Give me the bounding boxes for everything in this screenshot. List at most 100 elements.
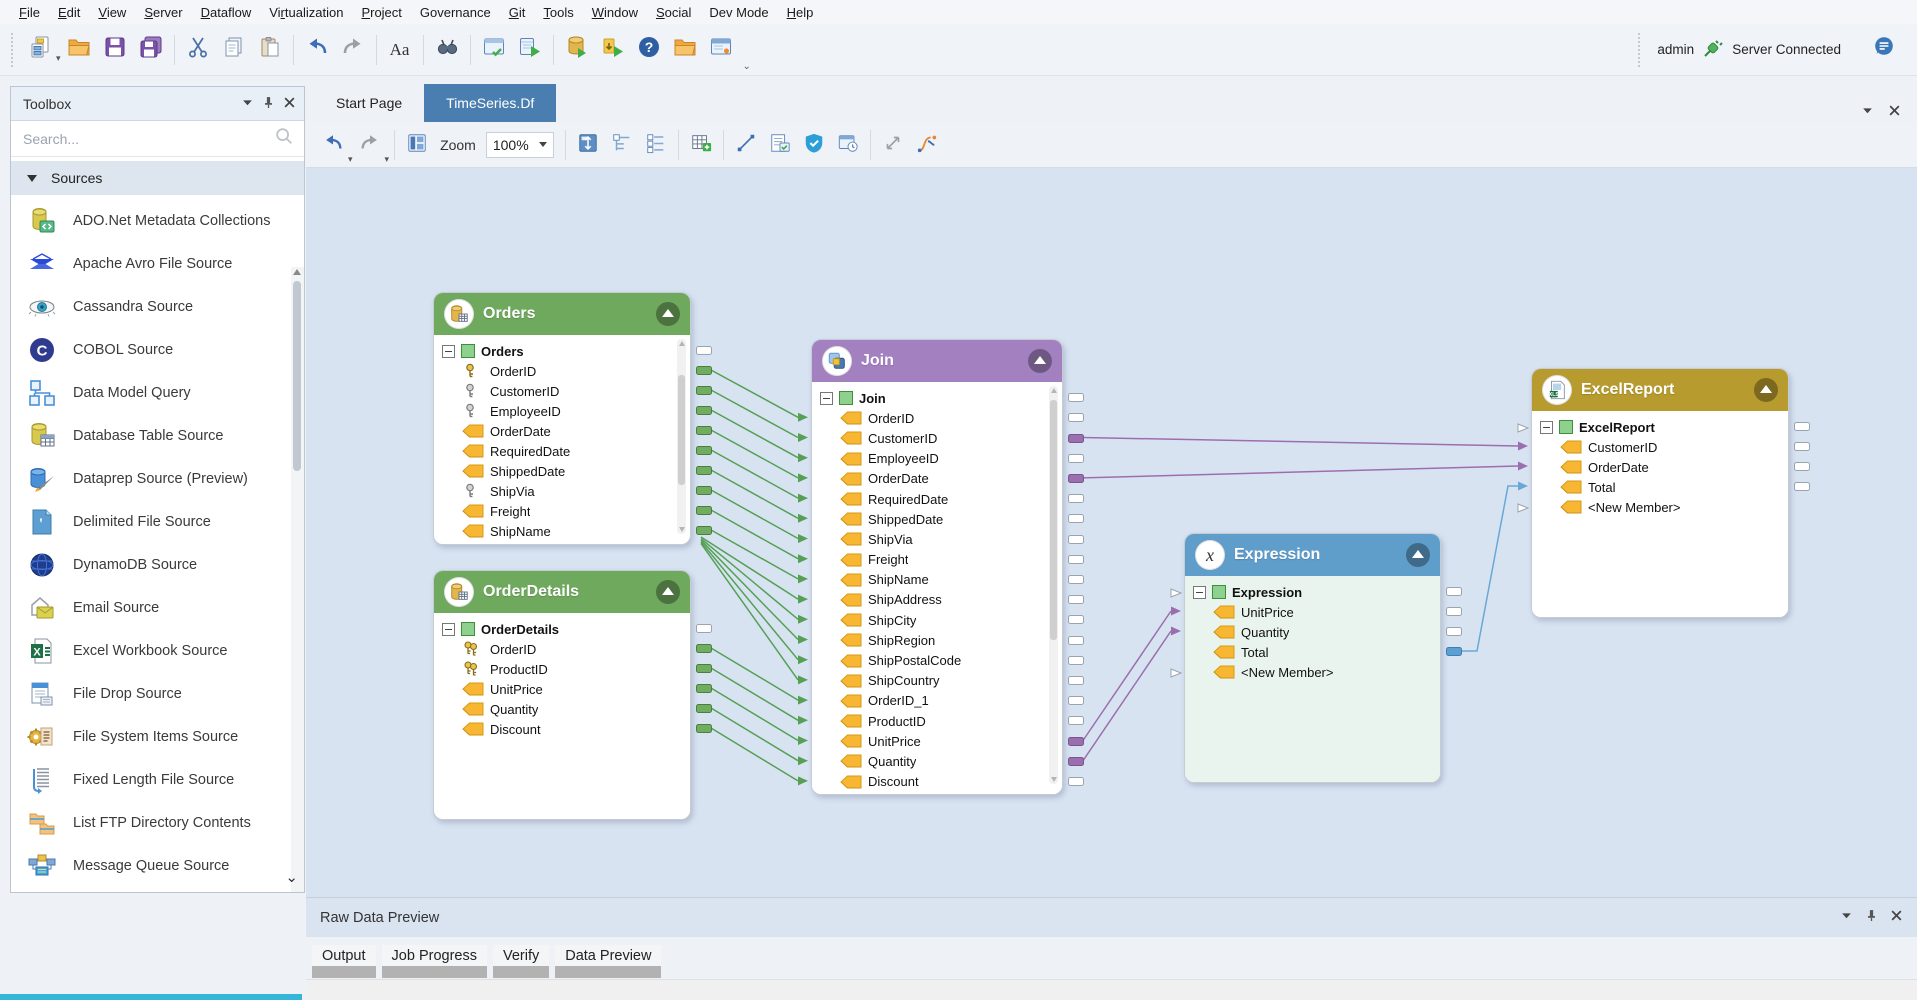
menu-item-tools[interactable]: Tools: [534, 2, 582, 23]
fit-button[interactable]: [573, 130, 603, 160]
field-row-requireddate[interactable]: RequiredDate: [442, 441, 686, 461]
undo-button[interactable]: [318, 130, 348, 160]
output-pin-1[interactable]: [696, 366, 712, 375]
output-pin-3[interactable]: [1794, 482, 1810, 491]
tab-start-page[interactable]: Start Page: [314, 84, 424, 122]
find-button[interactable]: [431, 34, 463, 66]
field-row-shipname[interactable]: ShipName: [820, 570, 1058, 590]
output-pin-0[interactable]: [696, 346, 712, 355]
dropdown-caret-icon[interactable]: ▾: [385, 154, 390, 167]
dropdown-caret-icon[interactable]: ▾: [56, 53, 61, 66]
output-pin-6[interactable]: [696, 466, 712, 475]
node-excelreport[interactable]: XLSExcelReportExcelReportCustomerIDOrder…: [1531, 368, 1789, 618]
node-expression[interactable]: xExpressionExpressionUnitPriceQuantityTo…: [1184, 533, 1441, 783]
menu-item-server[interactable]: Server: [135, 2, 191, 23]
cut-button[interactable]: [182, 34, 214, 66]
preview-close-icon[interactable]: [1890, 909, 1903, 926]
output-pin-5[interactable]: [1068, 494, 1084, 503]
chat-icon[interactable]: [1873, 35, 1903, 65]
toolbox-close-icon[interactable]: [283, 96, 296, 112]
field-row-employeeid[interactable]: EmployeeID: [442, 401, 686, 421]
menu-item-social[interactable]: Social: [647, 2, 700, 23]
output-pin-4[interactable]: [696, 426, 712, 435]
outline-button[interactable]: [607, 130, 637, 160]
window-tool-button[interactable]: [705, 34, 737, 66]
line-button[interactable]: [731, 130, 761, 160]
output-pin-8[interactable]: [696, 506, 712, 515]
output-pin-4[interactable]: [1068, 474, 1084, 483]
output-pin-13[interactable]: [1068, 656, 1084, 665]
toolbox-search-input[interactable]: [21, 130, 274, 148]
field-row-orderdate[interactable]: OrderDate: [442, 421, 686, 441]
field-row-unitprice[interactable]: UnitPrice: [1193, 602, 1436, 622]
output-pin-0[interactable]: [696, 624, 712, 633]
open-project-button[interactable]: [669, 34, 701, 66]
toolbox-item-email-source[interactable]: Email Source: [11, 586, 304, 629]
output-pin-16[interactable]: [1068, 716, 1084, 725]
toolbar-grip-2[interactable]: [1638, 33, 1644, 67]
collapse-minus-icon[interactable]: [820, 392, 833, 405]
menu-item-help[interactable]: Help: [778, 2, 823, 23]
field-row-orderdate[interactable]: OrderDate: [1540, 457, 1784, 477]
menu-item-view[interactable]: View: [89, 2, 135, 23]
menu-item-dev-mode[interactable]: Dev Mode: [700, 2, 777, 23]
field-row-orderid[interactable]: OrderID: [442, 639, 686, 659]
menu-item-file[interactable]: File: [10, 2, 49, 23]
output-pin-0[interactable]: [1446, 587, 1462, 596]
field-row-freight[interactable]: Freight: [442, 501, 686, 521]
output-pin-2[interactable]: [1446, 627, 1462, 636]
output-pin-10[interactable]: [1068, 595, 1084, 604]
collapse-minus-icon[interactable]: [442, 623, 455, 636]
field-row-shipvia[interactable]: ShipVia: [442, 481, 686, 501]
preview-dropdown-icon[interactable]: [1840, 909, 1853, 926]
dropdown-caret-icon[interactable]: ▾: [348, 154, 353, 167]
toolbox-item-excel-workbook-source[interactable]: XExcel Workbook Source: [11, 629, 304, 672]
scroll-down-chevron-icon[interactable]: ⌄: [285, 868, 298, 886]
field-row-productid[interactable]: ProductID: [442, 659, 686, 679]
output-pin-12[interactable]: [1068, 636, 1084, 645]
output-pin-1[interactable]: [1068, 413, 1084, 422]
node-orders[interactable]: OrdersOrdersOrderIDCustomerIDEmployeeIDO…: [433, 292, 691, 545]
field-row-discount[interactable]: Discount: [820, 772, 1058, 792]
outline2-button[interactable]: [641, 130, 671, 160]
node-root-row[interactable]: Orders: [442, 341, 686, 361]
collapse-button[interactable]: [1754, 378, 1778, 402]
node-header-orders[interactable]: Orders: [434, 293, 690, 335]
validate-button[interactable]: [478, 34, 510, 66]
field-row-new-member[interactable]: <New Member>: [1193, 662, 1436, 682]
menu-item-governance[interactable]: Governance: [411, 2, 500, 23]
output-pin-1[interactable]: [696, 644, 712, 653]
output-pin-19[interactable]: [1068, 777, 1084, 786]
toolbox-item-fixed-length-file-source[interactable]: Fixed Length File Source: [11, 758, 304, 801]
output-pin-11[interactable]: [1068, 615, 1084, 624]
field-row-orderid[interactable]: OrderID: [442, 361, 686, 381]
field-row-quantity[interactable]: Quantity: [442, 699, 686, 719]
field-row-employeeid[interactable]: EmployeeID: [820, 449, 1058, 469]
data-check-button[interactable]: [765, 130, 795, 160]
node-root-row[interactable]: ExcelReport: [1540, 417, 1784, 437]
input-pin-0[interactable]: [1169, 586, 1183, 598]
output-pin-6[interactable]: [1068, 514, 1084, 523]
save-button[interactable]: [99, 34, 131, 66]
menu-item-window[interactable]: Window: [583, 2, 647, 23]
table-add-button[interactable]: [686, 130, 716, 160]
schedule-button[interactable]: [833, 130, 863, 160]
field-row-freight[interactable]: Freight: [820, 550, 1058, 570]
field-row-unitprice[interactable]: UnitPrice: [442, 679, 686, 699]
field-row-shippeddate[interactable]: ShippedDate: [820, 509, 1058, 529]
raw-data-preview-header[interactable]: Raw Data Preview: [306, 897, 1917, 937]
new-dataflow-button[interactable]: [24, 34, 56, 66]
node-header-excelreport[interactable]: XLSExcelReport: [1532, 369, 1788, 411]
toolbox-scrollbar[interactable]: [291, 267, 304, 892]
output-pin-5[interactable]: [696, 446, 712, 455]
node-header-orderdetails[interactable]: OrderDetails: [434, 571, 690, 613]
field-row-shippostalcode[interactable]: ShipPostalCode: [820, 650, 1058, 670]
collapse-button[interactable]: [1028, 349, 1052, 373]
toolbox-item-file-system-items-source[interactable]: File System Items Source: [11, 715, 304, 758]
menu-item-git[interactable]: Git: [500, 2, 535, 23]
open-button[interactable]: [63, 34, 95, 66]
toolbox-item-dynamodb-source[interactable]: DynamoDB Source: [11, 543, 304, 586]
help-button[interactable]: ?: [633, 34, 665, 66]
field-row-new-member[interactable]: <New Member>: [1540, 497, 1784, 517]
preview-pin-icon[interactable]: [1865, 909, 1878, 926]
